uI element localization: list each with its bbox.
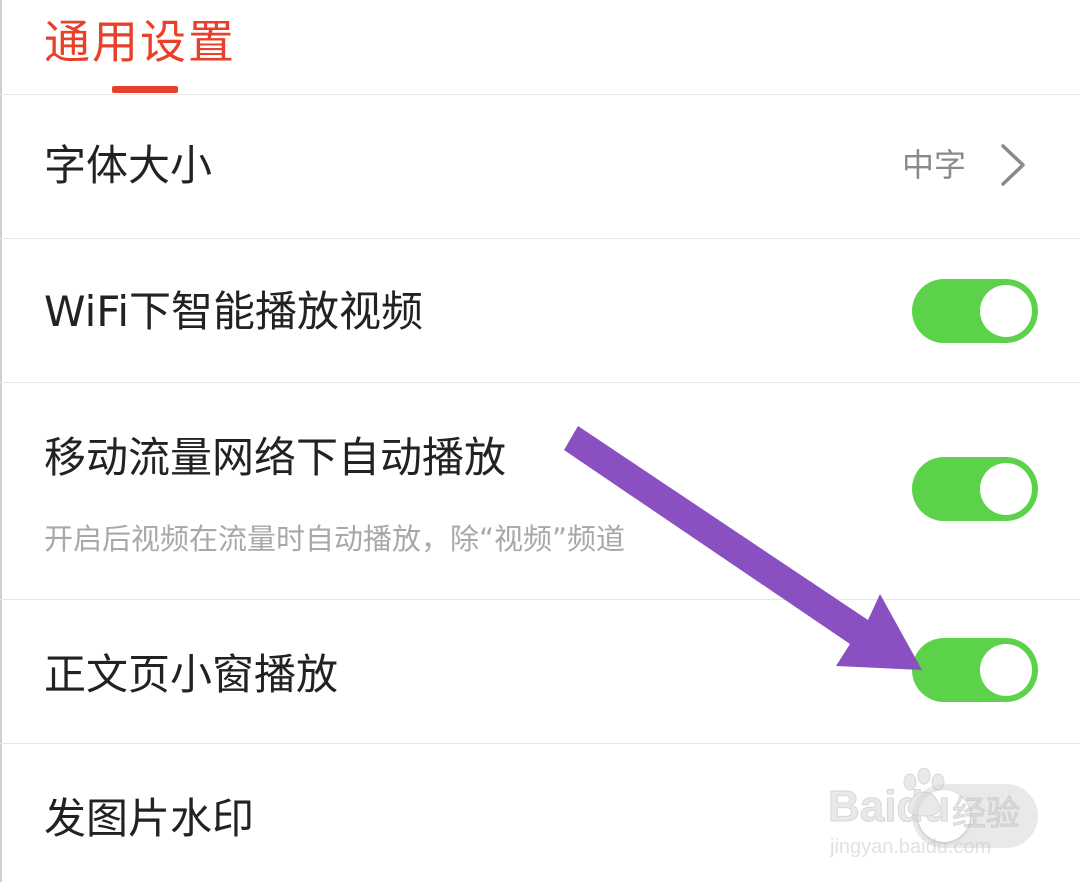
mobile-autoplay-label: 移动流量网络下自动播放 — [44, 433, 507, 482]
active-tab-indicator — [112, 86, 178, 93]
wifi-autoplay-label: WiFi下智能播放视频 — [44, 287, 424, 336]
chevron-right-icon — [1001, 144, 1025, 186]
image-watermark-label: 发图片水印 — [44, 794, 255, 843]
toggle-knob — [980, 463, 1032, 515]
mini-window-row: 正文页小窗播放 — [0, 600, 1080, 743]
baidu-jingyan-watermark: Baidu 经验 jingyan.baidu.com — [827, 768, 1048, 868]
toggle-knob — [980, 285, 1032, 337]
mobile-autoplay-description: 开启后视频在流量时自动播放，除“视频”频道 — [44, 522, 626, 556]
font-size-row[interactable]: 字体大小 中字 — [0, 95, 1080, 238]
wifi-autoplay-row: WiFi下智能播放视频 — [0, 239, 1080, 382]
settings-header: 通用设置 — [0, 0, 1080, 95]
mobile-autoplay-row: 移动流量网络下自动播放 开启后视频在流量时自动播放，除“视频”频道 — [0, 383, 1080, 599]
font-size-value: 中字 — [901, 146, 966, 184]
mini-window-toggle[interactable] — [912, 638, 1038, 702]
watermark-url: jingyan.baidu.com — [830, 836, 992, 858]
mobile-autoplay-toggle[interactable] — [912, 457, 1038, 521]
watermark-suffix: 经验 — [952, 794, 1021, 835]
paw-icon — [903, 768, 945, 817]
toggle-knob — [980, 644, 1032, 696]
font-size-label: 字体大小 — [44, 141, 213, 190]
wifi-autoplay-toggle[interactable] — [912, 279, 1038, 343]
mini-window-label: 正文页小窗播放 — [44, 650, 339, 699]
tab-general-settings[interactable]: 通用设置 — [44, 14, 236, 70]
